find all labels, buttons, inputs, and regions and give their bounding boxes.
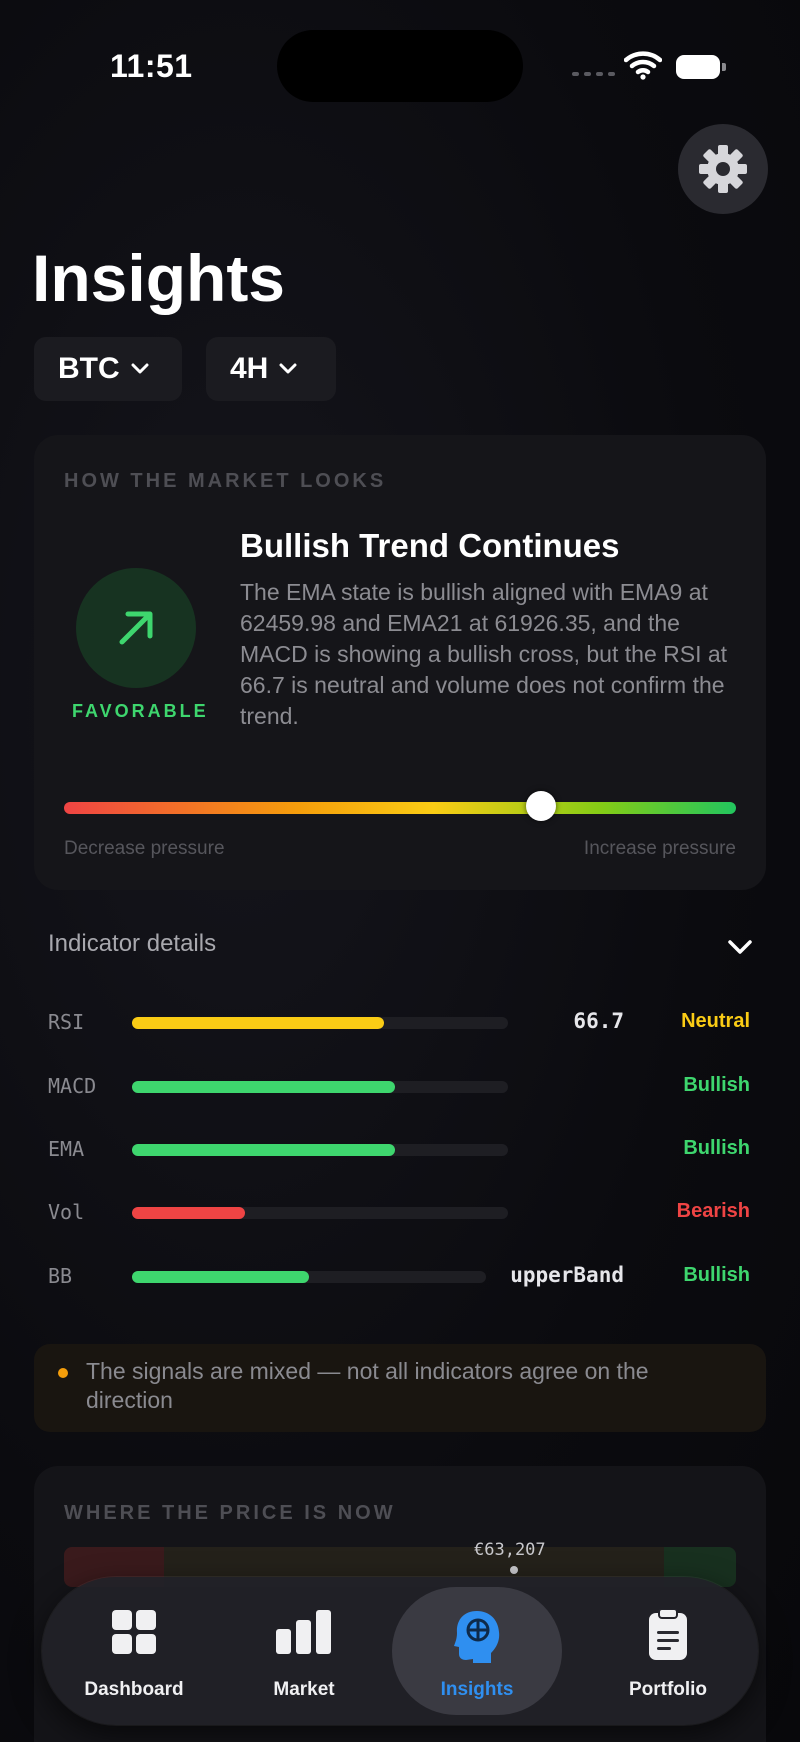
settings-button[interactable] — [678, 124, 768, 214]
indicator-bar — [132, 1271, 486, 1283]
indicator-details-toggle[interactable]: Indicator details — [48, 930, 216, 958]
bar-chart-icon — [276, 1610, 331, 1654]
indicator-signal: Bearish — [676, 1200, 750, 1222]
indicator-name: EMA — [48, 1137, 85, 1161]
indicator-bar — [132, 1017, 508, 1029]
trend-description: The EMA state is bullish aligned with EM… — [240, 579, 728, 729]
tab-dashboard[interactable]: Dashboard — [54, 1587, 214, 1715]
indicator-value: upperBand — [510, 1263, 624, 1287]
clipboard-icon — [649, 1609, 687, 1660]
indicator-bar-fill — [132, 1271, 309, 1283]
indicator-name: BB — [48, 1264, 73, 1288]
pressure-gauge — [64, 802, 736, 814]
timeframe-selector[interactable]: 4H — [206, 337, 336, 401]
battery-icon — [676, 55, 726, 79]
status-bar: 11:51 — [0, 0, 800, 110]
indicator-name: Vol — [48, 1200, 85, 1224]
indicator-name: RSI — [48, 1010, 85, 1034]
indicator-signal: Bullish — [683, 1074, 750, 1096]
dynamic-island — [277, 30, 523, 102]
market-outlook-card: HOW THE MARKET LOOKS FAVORABLE Bullish T… — [34, 435, 766, 890]
current-price-label: €63,207 — [474, 1540, 546, 1560]
indicator-name: MACD — [48, 1074, 97, 1098]
indicator-bar — [132, 1144, 508, 1156]
indicator-bar-fill — [132, 1081, 396, 1093]
cellular-signal-icon — [572, 72, 615, 76]
arrow-up-right-icon — [119, 611, 153, 645]
indicator-row-rsi: RSI 66.7 Neutral — [48, 1002, 754, 1042]
pressure-right-label: Increase pressure — [583, 838, 736, 859]
insights-screen: 11:51 Insights BTC 4H HOW THE MARKET LOO… — [0, 0, 800, 1742]
tab-insights[interactable]: Insights — [392, 1587, 562, 1715]
current-price-marker — [510, 1566, 518, 1574]
mixed-signals-note: The signals are mixed — not all indicato… — [34, 1344, 766, 1432]
tab-label: Portfolio — [628, 1679, 708, 1700]
page-title: Insights — [32, 241, 286, 315]
indicator-signal: Bullish — [683, 1137, 750, 1159]
chevron-down-icon[interactable] — [726, 938, 754, 956]
indicator-bar-fill — [132, 1144, 396, 1156]
chevron-down-icon — [131, 363, 149, 374]
tab-label: Dashboard — [84, 1679, 184, 1700]
trend-headline: Bullish Trend Continues — [240, 527, 620, 564]
trend-indicator — [76, 568, 196, 688]
indicator-row-macd: MACD Bullish — [48, 1066, 754, 1106]
indicator-bar-fill — [132, 1017, 384, 1029]
indicator-bar — [132, 1207, 508, 1219]
price-section-label: WHERE THE PRICE IS NOW — [64, 1502, 396, 1524]
indicator-signal: Bullish — [683, 1264, 750, 1286]
indicator-row-bb: BB upperBand Bullish — [48, 1256, 754, 1296]
asset-selector-label: BTC — [58, 352, 120, 385]
indicator-value: 66.7 — [573, 1009, 624, 1033]
indicator-bar — [132, 1081, 508, 1093]
tab-label: Insights — [440, 1679, 514, 1700]
brain-icon — [454, 1611, 500, 1663]
asset-selector[interactable]: BTC — [34, 337, 182, 401]
pressure-gauge-thumb — [526, 791, 557, 821]
warning-dot-icon — [58, 1368, 68, 1378]
gear-icon — [699, 145, 747, 193]
tab-portfolio[interactable]: Portfolio — [588, 1587, 748, 1715]
market-section-label: HOW THE MARKET LOOKS — [64, 470, 387, 492]
chevron-down-icon — [279, 363, 297, 374]
tab-market[interactable]: Market — [224, 1587, 384, 1715]
tab-bar: Dashboard Market Insights Portfolio — [42, 1577, 758, 1725]
timeframe-selector-label: 4H — [230, 352, 269, 385]
trend-status-label: FAVORABLE — [72, 701, 209, 721]
grid-icon — [112, 1610, 156, 1654]
indicator-row-ema: EMA Bullish — [48, 1129, 754, 1169]
indicator-bar-fill — [132, 1207, 245, 1219]
status-time: 11:51 — [110, 48, 193, 84]
wifi-icon — [624, 51, 662, 80]
tab-label: Market — [273, 1679, 335, 1700]
indicator-row-volume: Vol Bearish — [48, 1192, 754, 1232]
indicator-signal: Neutral — [681, 1010, 750, 1032]
pressure-left-label: Decrease pressure — [64, 838, 225, 859]
mixed-signals-text: The signals are mixed — not all indicato… — [86, 1358, 649, 1413]
